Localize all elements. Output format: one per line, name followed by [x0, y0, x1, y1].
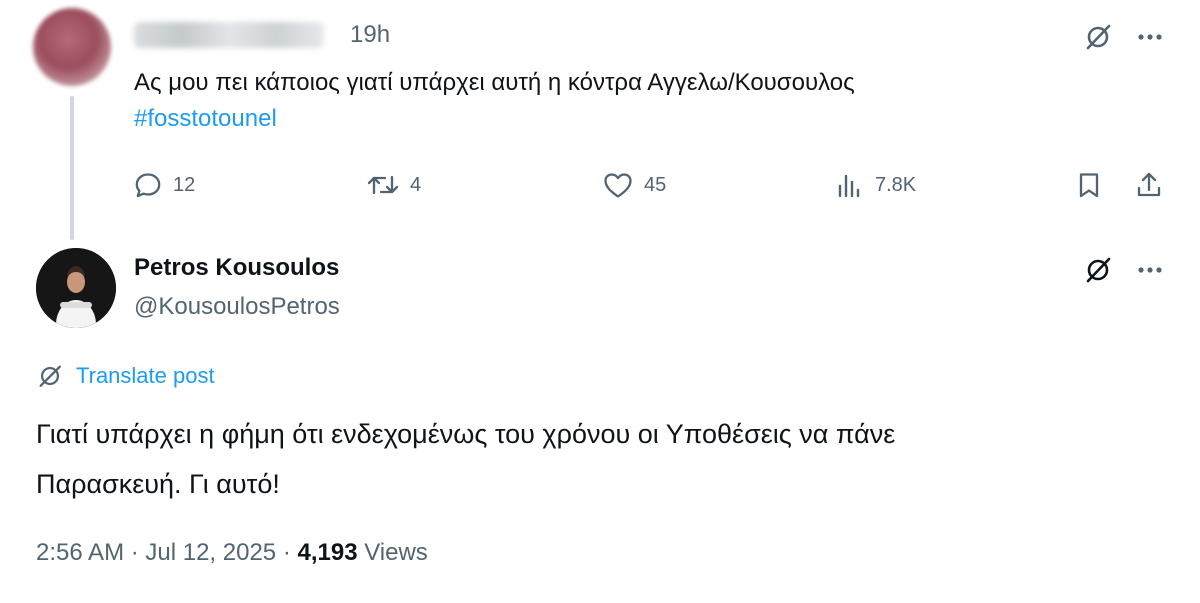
views-icon — [838, 174, 860, 198]
repost-count: 4 — [410, 173, 422, 196]
tweet-timestamp[interactable]: 2:56 AM · Jul 12, 2025 · — [36, 539, 297, 566]
like-count: 45 — [644, 173, 667, 196]
bookmark-icon — [1079, 173, 1099, 198]
avatar-photo — [36, 248, 116, 328]
author-name[interactable]: Petros Kousoulos — [134, 254, 339, 282]
repost-button[interactable]: 4 — [366, 165, 421, 205]
views-count: 7.8K — [875, 173, 917, 196]
bookmark-button[interactable] — [1074, 165, 1104, 205]
views-button[interactable]: 7.8K — [835, 165, 916, 205]
grok-icon[interactable] — [1081, 20, 1115, 54]
tweet-text: Γιατί υπάρχει η φήμη ότι ενδεχομένως του… — [36, 409, 1176, 509]
tweet-text-line: Γιατί υπάρχει η φήμη ότι ενδεχομένως του… — [36, 419, 896, 449]
avatar[interactable] — [36, 248, 116, 328]
like-icon — [604, 173, 632, 198]
avatar[interactable] — [33, 8, 111, 86]
like-button[interactable]: 45 — [602, 165, 666, 205]
reply-count: 12 — [173, 173, 196, 196]
tweet-text-line: Παρασκευή. Γι αυτό! — [36, 469, 280, 499]
grok-icon[interactable] — [1081, 253, 1115, 287]
hashtag-link[interactable]: #fosstotounel — [134, 101, 1134, 137]
tweet-actions: 12 4 45 7.8K — [130, 165, 1170, 205]
thread-connector-line — [70, 96, 74, 240]
more-icon[interactable] — [1133, 20, 1167, 54]
tweet-thread: 19h Ας μου πει κάποιος γιατί υπάρχει αυτ… — [0, 0, 1200, 603]
tweet-text: Ας μου πει κάποιος γιατί υπάρχει αυτή η … — [134, 65, 1134, 137]
reply-button[interactable]: 12 — [133, 165, 195, 205]
more-icon[interactable] — [1133, 253, 1167, 287]
reply-icon — [135, 173, 161, 198]
translate-label: Translate post — [76, 363, 215, 388]
repost-icon — [367, 175, 399, 195]
share-icon — [1137, 172, 1161, 197]
share-button[interactable] — [1134, 165, 1164, 205]
author-handle[interactable]: @KousoulosPetros — [134, 293, 340, 321]
translate-icon — [39, 365, 61, 387]
tweet-meta: 2:56 AM · Jul 12, 2025 · 4,193 Views — [36, 539, 428, 567]
views-count: 4,193 — [297, 539, 358, 566]
views-label: Views — [364, 539, 428, 566]
blurred-author-name — [134, 22, 324, 48]
translate-post-link[interactable]: Translate post — [36, 361, 215, 391]
tweet-text-line: Ας μου πει κάποιος γιατί υπάρχει αυτή η … — [134, 69, 855, 96]
tweet-time[interactable]: 19h — [350, 21, 390, 49]
